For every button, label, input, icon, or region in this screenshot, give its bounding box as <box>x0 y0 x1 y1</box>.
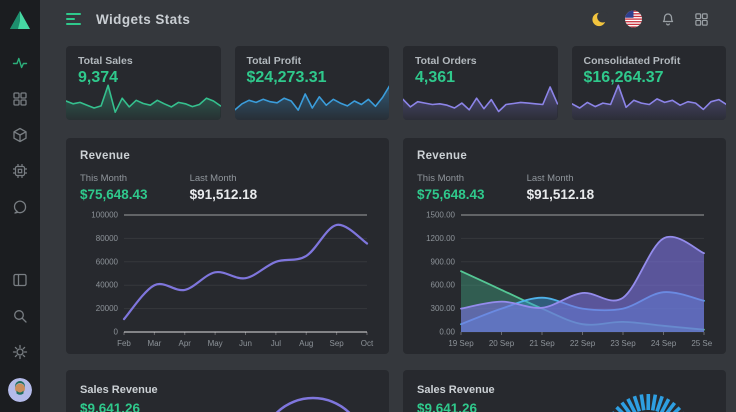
svg-text:21 Sep: 21 Sep <box>529 339 555 348</box>
stat-sub-value: $75,648.43 <box>80 187 148 202</box>
sales-revenue-card-2: Sales Revenue $9,641.26 <box>403 370 726 412</box>
card-title: Revenue <box>417 150 712 162</box>
total-orders-card: Total Orders 4,361 <box>403 46 558 120</box>
stat-sub-value: $75,648.43 <box>417 187 485 202</box>
svg-text:Aug: Aug <box>299 339 313 348</box>
svg-text:Feb: Feb <box>117 339 131 348</box>
moon-theme-icon[interactable] <box>591 11 608 28</box>
svg-text:Oct: Oct <box>361 339 374 348</box>
package-icon[interactable] <box>12 127 28 143</box>
last-month-stat: Last Month $91,512.18 <box>527 173 595 202</box>
svg-text:80000: 80000 <box>96 234 119 243</box>
svg-text:24 Sep: 24 Sep <box>651 339 677 348</box>
stat-sub-label: Last Month <box>190 173 258 184</box>
activity-icon[interactable] <box>12 55 28 71</box>
svg-text:60000: 60000 <box>96 257 119 266</box>
svg-text:19 Sep: 19 Sep <box>448 339 474 348</box>
monthly-revenue-chart: 0 20000 40000 60000 80000 100000 Feb Mar Apr May J… <box>80 208 375 350</box>
stat-label: Consolidated Profit <box>584 55 715 67</box>
svg-text:1200.00: 1200.00 <box>426 234 455 243</box>
total-sales-card: Total Sales 9,374 <box>66 46 221 120</box>
header-actions <box>591 11 726 28</box>
stat-sub-label: Last Month <box>527 173 595 184</box>
revenue-daily-card: Revenue This Month $75,648.43 Last Month… <box>403 138 726 354</box>
svg-text:23 Sep: 23 Sep <box>610 339 636 348</box>
revenue-cards-row: Revenue This Month $75,648.43 Last Month… <box>66 138 726 354</box>
this-month-stat: This Month $75,648.43 <box>80 173 148 202</box>
revenue-stats: This Month $75,648.43 Last Month $91,512… <box>80 173 375 202</box>
grid-apps-icon[interactable] <box>693 11 710 28</box>
revenue-stats: This Month $75,648.43 Last Month $91,512… <box>417 173 712 202</box>
menu-toggle-icon[interactable] <box>66 13 82 25</box>
svg-text:25 Sep: 25 Sep <box>691 339 712 348</box>
settings-gear-icon[interactable] <box>12 344 28 360</box>
page-title: Widgets Stats <box>96 12 190 27</box>
stat-sub-label: This Month <box>80 173 148 184</box>
dashboard-app: Widgets Stats <box>0 0 736 412</box>
stat-label: Total Sales <box>78 55 209 67</box>
stat-sub-label: This Month <box>417 173 485 184</box>
total-profit-card: Total Profit $24,273.31 <box>235 46 390 120</box>
svg-text:20000: 20000 <box>96 304 119 313</box>
total-sales-sparkline <box>66 80 221 120</box>
layout-icon[interactable] <box>12 272 28 288</box>
svg-text:20 Sep: 20 Sep <box>489 339 515 348</box>
consolidated-profit-card: Consolidated Profit $16,264.37 <box>572 46 727 120</box>
sidebar <box>0 0 40 412</box>
search-icon[interactable] <box>12 308 28 324</box>
stat-sub-value: $91,512.18 <box>527 187 595 202</box>
cpu-icon[interactable] <box>12 163 28 179</box>
svg-text:Apr: Apr <box>179 339 192 348</box>
this-month-stat: This Month $75,648.43 <box>417 173 485 202</box>
svg-text:Mar: Mar <box>147 339 161 348</box>
card-title: Sales Revenue <box>80 384 375 396</box>
svg-text:22 Sep: 22 Sep <box>570 339 596 348</box>
chat-icon[interactable] <box>12 199 28 215</box>
daily-revenue-chart: 0.00 300.00 600.00 900.00 1200.00 1500.00 19 S… <box>417 208 712 350</box>
svg-text:600.00: 600.00 <box>431 281 456 290</box>
card-title: Sales Revenue <box>417 384 712 396</box>
total-profit-sparkline <box>235 80 390 120</box>
svg-text:0.00: 0.00 <box>439 328 455 337</box>
main-area: Widgets Stats <box>40 0 736 412</box>
us-flag-icon[interactable] <box>625 11 642 28</box>
svg-text:Jun: Jun <box>239 339 252 348</box>
grid-icon[interactable] <box>12 91 28 107</box>
svg-text:100000: 100000 <box>91 211 118 220</box>
svg-text:300.00: 300.00 <box>431 304 456 313</box>
svg-text:Sep: Sep <box>330 339 345 348</box>
last-month-stat: Last Month $91,512.18 <box>190 173 258 202</box>
stat-label: Total Orders <box>415 55 546 67</box>
svg-text:0: 0 <box>114 328 119 337</box>
card-value: $9,641.26 <box>80 401 375 412</box>
consolidated-profit-sparkline <box>572 80 727 120</box>
svg-text:900.00: 900.00 <box>431 257 456 266</box>
svg-text:1500.00: 1500.00 <box>426 211 455 220</box>
bell-icon[interactable] <box>659 11 676 28</box>
svg-text:May: May <box>208 339 223 348</box>
revenue-monthly-card: Revenue This Month $75,648.43 Last Month… <box>66 138 389 354</box>
stat-cards-row: Total Sales 9,374 Total Profit $24,273.3… <box>66 46 726 120</box>
card-title: Revenue <box>80 150 375 162</box>
stat-sub-value: $91,512.18 <box>190 187 258 202</box>
stat-label: Total Profit <box>247 55 378 67</box>
svg-text:40000: 40000 <box>96 281 119 290</box>
total-orders-sparkline <box>403 80 558 120</box>
sales-revenue-row: Sales Revenue $9,641.26 Sales Revenue $9… <box>66 370 726 412</box>
top-header: Widgets Stats <box>66 0 726 38</box>
brand-logo[interactable] <box>8 9 32 31</box>
svg-text:Jul: Jul <box>271 339 281 348</box>
sales-revenue-card-1: Sales Revenue $9,641.26 <box>66 370 389 412</box>
user-avatar[interactable] <box>8 378 32 402</box>
card-value: $9,641.26 <box>417 401 712 412</box>
